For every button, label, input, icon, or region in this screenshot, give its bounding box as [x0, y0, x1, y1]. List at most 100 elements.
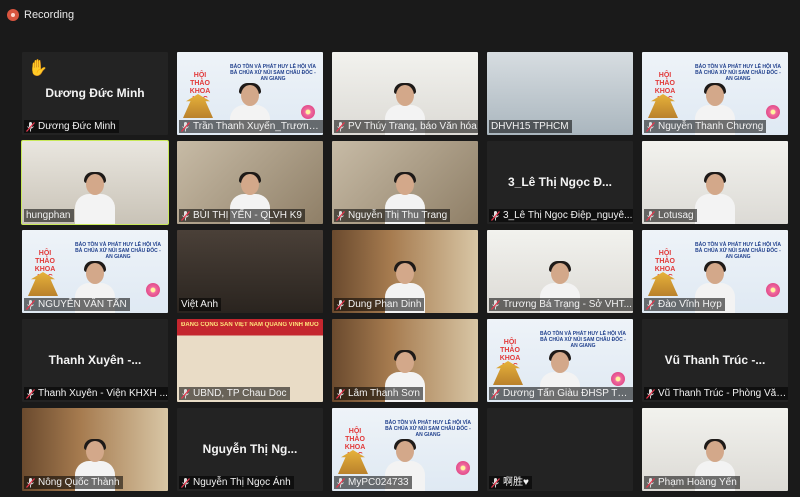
participant-name-label: Lotusag [644, 209, 697, 222]
participant-tile[interactable]: Phạm Hoàng Yến [642, 408, 788, 491]
slide-subtitle: BẢO TỒN VÀ PHÁT HUY LỄ HỘI VÍA BÀ CHÚA X… [539, 331, 627, 349]
participant-name: Nguyễn Thị Ngọc Ánh [193, 477, 291, 488]
participant-name-label: Trương Bá Trạng - Sở VHT... [489, 298, 633, 311]
participant-tile[interactable]: Dương Đức Minh ✋ Dương Đức Minh [22, 52, 168, 135]
muted-mic-icon [181, 121, 190, 132]
participant-display-name: 3_Lê Thị Ngọc Đ... [507, 175, 612, 189]
muted-mic-icon [26, 121, 35, 132]
participant-name-label: Thanh Xuyên - Viện KHXH ... [24, 387, 168, 400]
slide-subtitle: BẢO TỒN VÀ PHÁT HUY LỄ HỘI VÍA BÀ CHÚA X… [694, 242, 782, 260]
participant-name: MyPC024733 [348, 477, 409, 488]
participant-name: Nông Quốc Thành [38, 477, 120, 488]
participant-name: UBND, TP Chau Doc [193, 388, 287, 399]
participant-name: Trương Bá Trạng - Sở VHT... [503, 299, 632, 310]
banner-text: ĐẢNG CỘNG SẢN VIỆT NAM QUANG VINH MUÔN N… [181, 322, 319, 328]
participant-name-label: 啊胜♥ [489, 476, 532, 489]
participant-name: hungphan [26, 210, 71, 221]
participant-tile[interactable]: Vũ Thanh Trúc -... Vũ Thanh Trúc - Phòng … [642, 319, 788, 402]
participant-name-label: Vũ Thanh Trúc - Phòng Văn... [644, 387, 788, 400]
participant-tile[interactable]: Lotusag [642, 141, 788, 224]
participant-name-label: Trần Thanh Xuyến_Trương Cao... [179, 120, 323, 133]
participant-name: Dương Đức Minh [38, 121, 116, 132]
participant-name: Nguyễn Thanh Chương [658, 121, 764, 132]
participant-tile[interactable]: HỘI THẢO KHOA HỌCBẢO TỒN VÀ PHÁT HUY LỄ … [642, 52, 788, 135]
participant-name-label: MyPC024733 [334, 476, 412, 489]
participant-name-label: Phạm Hoàng Yến [644, 476, 740, 489]
flower-image [766, 105, 780, 119]
muted-mic-icon [491, 388, 500, 399]
muted-mic-icon [181, 388, 190, 399]
participant-name-label: DHVH15 TPHCM [489, 120, 572, 133]
participant-display-name: Nguyễn Thị Ng... [202, 442, 298, 456]
raised-hand-icon: ✋ [28, 60, 48, 77]
muted-mic-icon [336, 388, 345, 399]
participant-tile[interactable]: Việt Anh [177, 230, 323, 313]
flower-image [301, 105, 315, 119]
muted-mic-icon [646, 210, 655, 221]
participant-tile[interactable]: Nguyễn Thị Ng... Nguyễn Thị Ngọc Ánh [177, 408, 323, 491]
participant-name-label: Dung Phan Dinh [334, 298, 425, 311]
muted-mic-icon [491, 477, 500, 488]
participant-name-label: hungphan [24, 209, 74, 222]
participant-tile[interactable]: BÙI THỊ YẾN - QLVH K9 [177, 141, 323, 224]
participant-name: DHVH15 TPHCM [491, 121, 569, 132]
muted-mic-icon [181, 210, 190, 221]
participant-tile[interactable]: 啊胜♥ [487, 408, 633, 491]
participant-tile[interactable]: HỘI THẢO KHOA HỌCBẢO TỒN VÀ PHÁT HUY LỄ … [642, 230, 788, 313]
participant-tile[interactable]: HỘI THẢO KHOA HỌCBẢO TỒN VÀ PHÁT HUY LỄ … [487, 319, 633, 402]
muted-mic-icon [646, 388, 655, 399]
participant-tile[interactable]: Nông Quốc Thành [22, 408, 168, 491]
participant-tile[interactable]: PV Thúy Trang, báo Văn hóa [332, 52, 478, 135]
participant-name: Lâm Thanh Sơn [348, 388, 420, 399]
participant-tile[interactable]: HỘI THẢO KHOA HỌCBẢO TỒN VÀ PHÁT HUY LỄ … [22, 230, 168, 313]
participant-tile[interactable]: 3_Lê Thị Ngọc Đ... 3_Lê Thị Ngọc Điệp_ngu… [487, 141, 633, 224]
muted-mic-icon [336, 299, 345, 310]
muted-mic-icon [26, 388, 35, 399]
slide-subtitle: BẢO TỒN VÀ PHÁT HUY LỄ HỘI VÍA BÀ CHÚA X… [229, 64, 317, 82]
participant-name: Dương Tấn Giàu ĐHSP TPH... [503, 388, 633, 399]
flower-image [456, 461, 470, 475]
participant-name: Đào Vĩnh Hợp [658, 299, 722, 310]
slide-subtitle: BẢO TỒN VÀ PHÁT HUY LỄ HỘI VÍA BÀ CHÚA X… [74, 242, 162, 260]
participant-name: Phạm Hoàng Yến [658, 477, 737, 488]
participant-name-label: Việt Anh [179, 298, 222, 311]
participant-name-label: Nguyễn Thanh Chương [644, 120, 767, 133]
participant-tile[interactable]: Dung Phan Dinh [332, 230, 478, 313]
participant-tile[interactable]: hungphan [21, 140, 169, 225]
participant-name-label: UBND, TP Chau Doc [179, 387, 290, 400]
flower-image [146, 283, 160, 297]
participant-name: Việt Anh [181, 299, 219, 310]
participant-display-name: Vũ Thanh Trúc -... [664, 353, 766, 367]
muted-mic-icon [26, 477, 35, 488]
slide-subtitle: BẢO TỒN VÀ PHÁT HUY LỄ HỘI VÍA BÀ CHÚA X… [694, 64, 782, 82]
participant-name-label: PV Thúy Trang, báo Văn hóa [334, 120, 478, 133]
participant-name: 啊胜♥ [503, 477, 529, 488]
participant-name-label: Dương Đức Minh [24, 120, 119, 133]
participant-name: Dung Phan Dinh [348, 299, 422, 310]
muted-mic-icon [646, 299, 655, 310]
participant-tile[interactable]: ĐẢNG CỘNG SẢN VIỆT NAM QUANG VINH MUÔN N… [177, 319, 323, 402]
participant-name: PV Thúy Trang, báo Văn hóa [348, 121, 477, 132]
muted-mic-icon [491, 299, 500, 310]
participant-tile[interactable]: Trương Bá Trạng - Sở VHT... [487, 230, 633, 313]
muted-mic-icon [26, 299, 35, 310]
muted-mic-icon [646, 477, 655, 488]
participant-gallery: Dương Đức Minh ✋ Dương Đức Minh HỘI THẢO KH… [21, 52, 788, 493]
participant-name-label: Nông Quốc Thành [24, 476, 123, 489]
participant-display-name: Thanh Xuyên -... [48, 353, 142, 367]
participant-tile[interactable]: DHVH15 TPHCM [487, 52, 633, 135]
participant-name-label: Lâm Thanh Sơn [334, 387, 423, 400]
participant-tile[interactable]: Lâm Thanh Sơn [332, 319, 478, 402]
participant-name: Nguyễn Thị Thu Trang [348, 210, 448, 221]
participant-name: Trần Thanh Xuyến_Trương Cao... [193, 121, 323, 132]
participant-name: Vũ Thanh Trúc - Phòng Văn... [658, 388, 788, 399]
participant-name-label: BÙI THỊ YẾN - QLVH K9 [179, 209, 305, 222]
participant-tile[interactable]: HỘI THẢO KHOA HỌCBẢO TỒN VÀ PHÁT HUY LỄ … [332, 408, 478, 491]
muted-mic-icon [646, 121, 655, 132]
participant-name: NGUYỄN VĂN TẤN [38, 299, 127, 310]
participant-person [695, 172, 735, 224]
participant-tile[interactable]: Nguyễn Thị Thu Trang [332, 141, 478, 224]
participant-tile[interactable]: HỘI THẢO KHOA HỌCBẢO TỒN VÀ PHÁT HUY LỄ … [177, 52, 323, 135]
participant-name: Lotusag [658, 210, 694, 221]
participant-tile[interactable]: Thanh Xuyên -... Thanh Xuyên - Viện KHXH … [22, 319, 168, 402]
